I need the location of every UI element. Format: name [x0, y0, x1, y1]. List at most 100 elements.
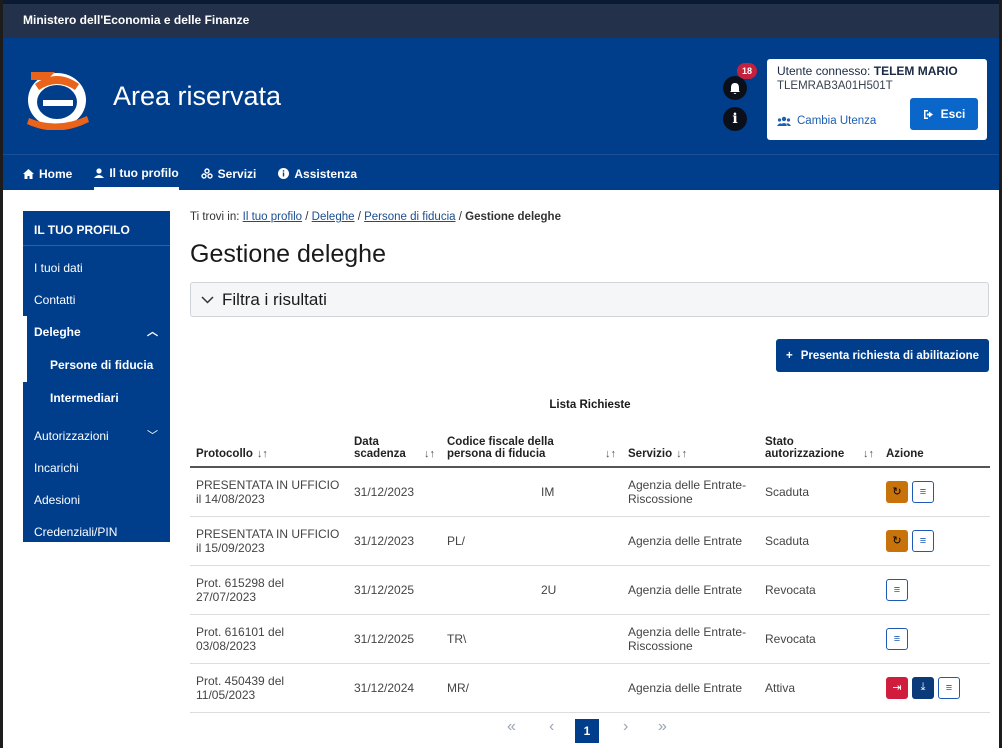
- cell-servizio: Agenzia delle Entrate: [622, 516, 759, 566]
- switch-user-link[interactable]: Cambia Utenza: [777, 115, 876, 127]
- sidebar-item-label: Deleghe: [34, 325, 81, 339]
- details-button[interactable]: ≡: [912, 529, 934, 552]
- sort-icon: ↓↑: [676, 448, 688, 460]
- main-content: Ti trovi in: Il tuo profilo / Deleghe / …: [190, 211, 990, 713]
- nav-assistance[interactable]: Assistenza: [278, 155, 357, 190]
- home-icon: [23, 168, 34, 179]
- col-codice[interactable]: Codice fiscale della persona di fiducia ↓…: [441, 418, 622, 468]
- sidebar-item-adesioni[interactable]: Adesioni: [23, 484, 170, 516]
- sidebar-item-label: I tuoi dati: [34, 261, 83, 275]
- details-button[interactable]: ≡: [912, 480, 934, 503]
- next-page-icon[interactable]: ›: [623, 718, 628, 736]
- download-icon: ⤓: [920, 681, 926, 693]
- sidebar-item-label: Autorizzazioni: [34, 429, 109, 443]
- chevron-down-icon: [201, 295, 214, 304]
- sidebar-item-label: Credenziali/PIN: [34, 525, 118, 539]
- last-page-icon[interactable]: »: [658, 718, 667, 736]
- download-button[interactable]: ⤓: [912, 676, 934, 699]
- cell-codice: IM: [441, 467, 622, 517]
- cell-codice: TR\: [441, 614, 622, 664]
- logout-button[interactable]: Esci: [910, 98, 978, 130]
- sort-icon: ↓↑: [256, 448, 268, 460]
- sidebar-item-label: Persone di fiducia: [50, 358, 154, 372]
- breadcrumb-link-persone[interactable]: Persone di fiducia: [364, 211, 455, 223]
- pagination: « ‹ 1 › »: [3, 702, 999, 748]
- first-page-icon[interactable]: «: [507, 718, 516, 736]
- logout-icon: [923, 109, 933, 119]
- refresh-icon: ↻: [892, 486, 902, 499]
- cell-azione: ↻ ≡: [880, 467, 990, 517]
- page-1-button[interactable]: 1: [575, 719, 599, 743]
- details-button[interactable]: ≡: [886, 627, 908, 650]
- sidebar-item-intermediari[interactable]: Intermediari: [23, 382, 170, 414]
- agenzia-entrate-logo-icon[interactable]: [21, 60, 97, 130]
- col-servizio[interactable]: Servizio ↓↑: [622, 418, 759, 468]
- users-icon: [777, 116, 791, 126]
- sidebar-item-label: Contatti: [34, 293, 76, 307]
- prev-page-icon[interactable]: ‹: [549, 718, 554, 736]
- col-protocollo[interactable]: Protocollo ↓↑: [190, 418, 348, 468]
- refresh-icon: ↻: [892, 535, 902, 547]
- page-title: Gestione deleghe: [190, 240, 386, 268]
- table-row: Prot. 615298 del 27/07/2023 31/12/2025 2…: [190, 565, 990, 615]
- renew-button[interactable]: ↻: [886, 529, 908, 552]
- list-icon: ≡: [945, 681, 953, 694]
- cell-stato: Scaduta: [759, 467, 880, 517]
- user-card: Utente connesso: TELEM MARIO TLEMRAB3A01…: [767, 59, 987, 140]
- sort-icon: ↓↑: [863, 448, 874, 460]
- details-button[interactable]: ≡: [938, 676, 960, 699]
- page-frame: Ministero dell'Economia e delle Finanze …: [0, 0, 1002, 748]
- services-icon: [200, 168, 213, 179]
- sidebar-item-persone-fiducia[interactable]: Persone di fiducia: [23, 348, 170, 382]
- sidebar-item-credenziali[interactable]: Credenziali/PIN: [23, 516, 170, 548]
- cell-codice: 2U: [441, 565, 622, 615]
- col-servizio-label: Servizio: [628, 448, 673, 460]
- cell-data: 31/12/2023: [348, 516, 441, 566]
- present-request-label: Presenta richiesta di abilitazione: [800, 349, 980, 362]
- cell-stato: Scaduta: [759, 516, 880, 566]
- table-caption: Lista Richieste: [549, 399, 631, 411]
- revoke-button[interactable]: ⇥: [886, 676, 908, 699]
- sidebar-item-contatti[interactable]: Contatti: [23, 284, 170, 316]
- sort-icon: ↓↑: [424, 448, 435, 460]
- nav-services[interactable]: Servizi: [200, 155, 257, 190]
- breadcrumb-link-deleghe[interactable]: Deleghe: [312, 211, 355, 223]
- ministry-name: Ministero dell'Economia e delle Finanze: [23, 13, 250, 27]
- details-button[interactable]: ≡: [886, 578, 908, 601]
- sidebar-item-label: Intermediari: [50, 391, 119, 405]
- chevron-down-icon: ﹀: [147, 430, 158, 442]
- sidebar-item-incarichi[interactable]: Incarichi: [23, 452, 170, 484]
- nav-profile[interactable]: Il tuo profilo: [94, 155, 179, 190]
- col-data[interactable]: Data scadenza ↓↑: [348, 418, 441, 468]
- filter-accordion[interactable]: Filtra i risultati: [190, 282, 989, 317]
- table-row: Prot. 616101 del 03/08/2023 31/12/2025 T…: [190, 614, 990, 664]
- brand-title[interactable]: Area riservata: [113, 81, 281, 112]
- plus-icon: +: [785, 349, 793, 362]
- sidebar-item-dati[interactable]: I tuoi dati: [23, 252, 170, 284]
- logout-label: Esci: [940, 107, 966, 121]
- nav-services-label: Servizi: [217, 166, 257, 181]
- sidebar-item-autorizzazioni[interactable]: Autorizzazioni ﹀: [23, 420, 170, 452]
- nav-assistance-label: Assistenza: [294, 166, 358, 181]
- filter-label: Filtra i risultati: [222, 289, 327, 309]
- cell-codice-value: IM: [541, 484, 555, 499]
- ministry-bar: Ministero dell'Economia e delle Finanze: [3, 0, 999, 38]
- main-nav: Home Il tuo profilo Servizi Assistenza: [3, 154, 999, 190]
- present-request-button[interactable]: + Presenta richiesta di abilitazione: [776, 339, 989, 372]
- breadcrumb-link-profilo[interactable]: Il tuo profilo: [243, 211, 302, 223]
- cell-servizio: Agenzia delle Entrate-Riscossione: [622, 467, 759, 517]
- notification-bell-icon[interactable]: [723, 76, 747, 100]
- cell-data: 31/12/2025: [348, 614, 441, 664]
- list-icon: ≡: [919, 485, 927, 498]
- sidebar-item-deleghe[interactable]: Deleghe ︿: [23, 316, 170, 348]
- info-icon[interactable]: i: [723, 107, 747, 131]
- col-protocollo-label: Protocollo: [196, 448, 253, 460]
- sidebar-item-label: Incarichi: [34, 461, 79, 475]
- nav-home[interactable]: Home: [23, 155, 72, 190]
- user-icon: [94, 167, 105, 178]
- info-circle-icon: [278, 168, 290, 179]
- cell-stato: Revocata: [759, 565, 880, 615]
- sidebar-item-label: Adesioni: [34, 493, 81, 507]
- renew-button[interactable]: ↻: [886, 480, 908, 503]
- col-stato[interactable]: Stato autorizzazione ↓↑: [759, 418, 880, 468]
